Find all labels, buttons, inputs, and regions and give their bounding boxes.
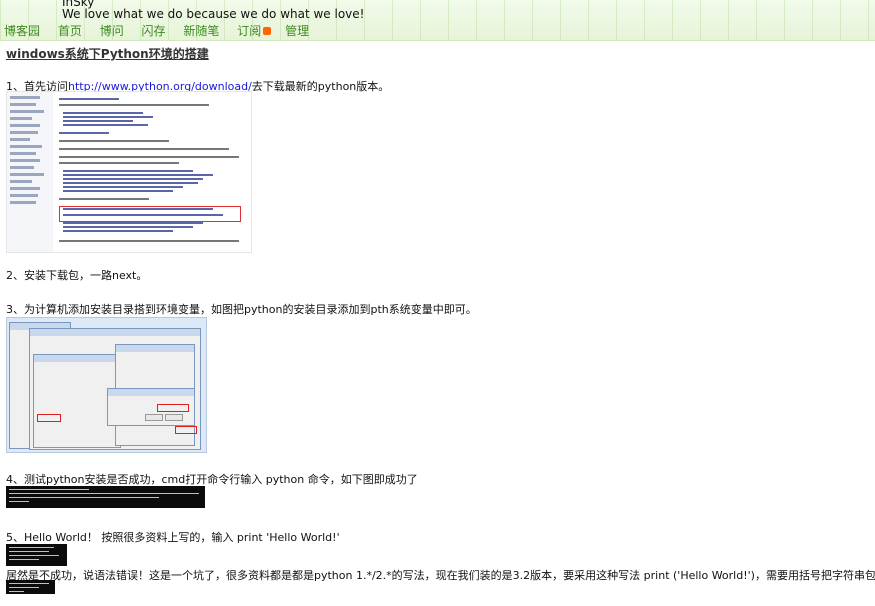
ok-button: [145, 414, 163, 421]
highlight-box: [59, 206, 241, 222]
nav-home[interactable]: 首页: [58, 24, 82, 38]
header-banner: InSky We love what we do because we do w…: [0, 0, 875, 41]
hello-world-error-screenshot: [6, 544, 67, 566]
step-4: 4、测试python安装是否成功，cmd打开命令行输入 python 命令，如下…: [6, 473, 418, 486]
python-download-page-screenshot: [6, 91, 252, 253]
path-row-highlight: [37, 414, 61, 422]
step-2: 2、安装下载包，一路next。: [6, 269, 148, 282]
nav-flash[interactable]: 闪存: [142, 24, 166, 38]
step-3: 3、为计算机添加安装目录搭到环境变量，如图把python的安装目录添加到pth系…: [6, 303, 477, 316]
step-5: 5、Hello World！ 按照很多资料上写的，输入 print 'Hello…: [6, 531, 340, 544]
nav-manage[interactable]: 管理: [285, 24, 309, 38]
python-console-screenshot: [6, 486, 205, 508]
rss-icon[interactable]: [263, 26, 272, 35]
step-1-suffix: 去下载最新的python版本。: [251, 80, 390, 93]
nav-cnblogs[interactable]: 博客园: [4, 24, 40, 38]
site-slogan: We love what we do because we do what we…: [62, 7, 365, 21]
top-nav: 博客园 首页 博问 闪存 新随笔 订阅 管理: [4, 22, 323, 39]
cancel-button: [165, 414, 183, 421]
path-highlight: [157, 404, 189, 412]
hello-world-success-screenshot: [6, 580, 55, 594]
nav-questions[interactable]: 博问: [100, 24, 124, 38]
post-title[interactable]: windows系统下Python环境的搭建: [6, 45, 209, 62]
ok-highlight: [175, 426, 197, 434]
screenshot-sidebar: [7, 92, 53, 252]
nav-new-post[interactable]: 新随笔: [183, 24, 219, 38]
nav-subscribe[interactable]: 订阅: [237, 24, 261, 38]
note-paragraph: 居然是不成功，说语法错误！这是一个坑了，很多资料都是都是python 1.*/2…: [6, 569, 875, 582]
environment-variables-screenshot: [6, 317, 207, 453]
